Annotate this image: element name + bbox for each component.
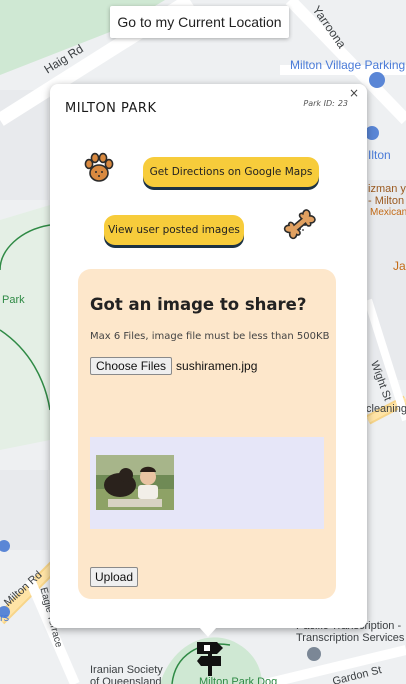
map-label-iranian-society: Iranian Society bbox=[90, 664, 163, 676]
map-label-rs: rs bbox=[0, 612, 10, 624]
map-label-transcription-services: Transcription Services bbox=[296, 632, 405, 644]
map-label-izman: izman y bbox=[368, 183, 406, 195]
current-location-button[interactable]: Go to my Current Location bbox=[110, 6, 289, 38]
file-picker: Choose Files sushiramen.jpg bbox=[90, 357, 257, 375]
choose-files-button[interactable]: Choose Files bbox=[90, 357, 173, 375]
upload-button[interactable]: Upload bbox=[90, 567, 138, 587]
map-label-park: Park bbox=[2, 294, 25, 306]
park-id-label: Park ID: bbox=[303, 99, 335, 108]
map-label-milton-village-parking: Milton Village Parking bbox=[290, 58, 406, 72]
get-directions-button[interactable]: Get Directions on Google Maps bbox=[143, 157, 319, 187]
upload-card-note: Max 6 Files, image file must be less tha… bbox=[90, 331, 330, 342]
upload-card-title: Got an image to share? bbox=[90, 295, 307, 314]
map-label-mexican: Mexican bbox=[370, 207, 406, 218]
close-icon[interactable]: × bbox=[347, 86, 361, 100]
map-label-milton-frag: - Milton bbox=[368, 195, 405, 207]
park-id-value: 23 bbox=[337, 99, 348, 108]
park-id: Park ID: 23 bbox=[300, 99, 348, 108]
selected-file-name: sushiramen.jpg bbox=[176, 359, 258, 373]
upload-card: Got an image to share? Max 6 Files, imag… bbox=[78, 269, 336, 599]
info-window: × MILTON PARK Park ID: 23 Get Directions … bbox=[50, 84, 367, 628]
image-preview-thumbnail bbox=[96, 455, 174, 510]
map-label-ilton: Ilton bbox=[368, 148, 391, 162]
image-preview-area bbox=[90, 437, 324, 529]
map-label-cleaning: cleaning bbox=[366, 403, 406, 415]
park-marker-icon[interactable] bbox=[195, 636, 225, 676]
map-label-jap: Jap bbox=[393, 259, 406, 273]
map-label-of-queensland: of Queensland bbox=[90, 676, 162, 684]
bone-icon bbox=[283, 209, 316, 240]
park-name: MILTON PARK bbox=[65, 101, 157, 116]
view-user-images-button[interactable]: View user posted images bbox=[104, 215, 244, 245]
map-label-milton-park-dog: Milton Park Dog bbox=[199, 676, 278, 684]
paw-icon bbox=[84, 152, 114, 182]
